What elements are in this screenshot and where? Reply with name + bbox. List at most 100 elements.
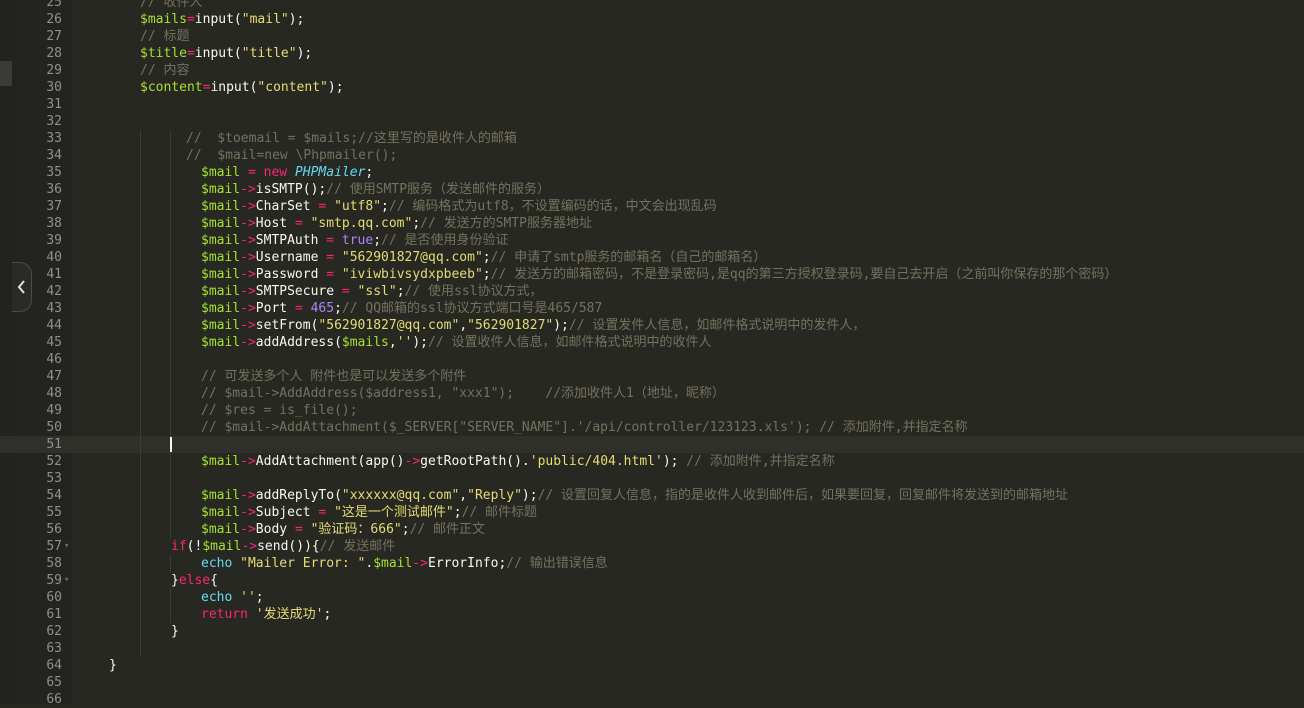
- code-line[interactable]: 30 $content=input("content");: [0, 79, 1304, 96]
- code-token: $mail: [201, 233, 241, 248]
- line-number: 47: [46, 369, 62, 384]
- code-text: $mail->Body = "验证码：666";// 邮件正文: [201, 521, 485, 538]
- code-token: $mail: [201, 505, 241, 520]
- code-line[interactable]: 42 $mail->SMTPSecure = "ssl";// 使用ssl协议方式…: [0, 283, 1304, 300]
- code-token: ,: [459, 488, 468, 503]
- code-token: true: [341, 233, 374, 248]
- line-number: 45: [46, 335, 62, 350]
- code-token: // $res = is_file();: [201, 403, 358, 418]
- line-number: 52: [46, 454, 62, 469]
- code-line[interactable]: 57 ▾ if(!$mail->send()){// 发送邮件: [0, 538, 1304, 555]
- code-line[interactable]: 52 $mail->AddAttachment(app()->getRootPat…: [0, 453, 1304, 470]
- code-token: ->: [241, 539, 258, 554]
- code-line[interactable]: 46: [0, 351, 1304, 368]
- code-text: echo "Mailer Error: ".$mail->ErrorInfo;/…: [201, 555, 608, 572]
- code-token: ->: [240, 301, 256, 316]
- indent-guide: [140, 215, 141, 232]
- code-line[interactable]: 56 $mail->Body = "验证码：666";// 邮件正文: [0, 521, 1304, 538]
- collapse-panel-button[interactable]: [12, 262, 32, 312]
- code-line[interactable]: 59 ▾}else{: [0, 572, 1304, 589]
- code-line[interactable]: 54 $mail->addReplyTo("xxxxxx@qq.com","Rep…: [0, 487, 1304, 504]
- code-line[interactable]: 51: [0, 436, 1304, 453]
- code-line[interactable]: 38 $mail->Host = "smtp.qq.com";// 发送方的SMT…: [0, 215, 1304, 232]
- code-line[interactable]: 50 // $mail->AddAttachment($_SERVER["SERV…: [0, 419, 1304, 436]
- indent-guide: [140, 453, 141, 470]
- code-line[interactable]: 34 // $mail=new \Phpmailer();: [0, 147, 1304, 164]
- code-token: $mail: [201, 267, 241, 282]
- code-line[interactable]: 58 echo "Mailer Error: ".$mail->ErrorInfo…: [0, 555, 1304, 572]
- code-token: {: [210, 573, 218, 588]
- code-token: ;: [381, 199, 389, 214]
- indent-guide: [170, 164, 171, 181]
- code-line[interactable]: 37 $mail->CharSet = "utf8";// 编码格式为utf8，不…: [0, 198, 1304, 215]
- fold-arrow-icon[interactable]: ▾: [64, 538, 69, 555]
- code-token: $mail: [201, 199, 241, 214]
- code-token: "title": [241, 46, 297, 61]
- code-line[interactable]: 48 // $mail->AddAddress($address1, "xxx1"…: [0, 385, 1304, 402]
- indent-guide: [170, 232, 171, 249]
- code-line[interactable]: 28 $title=input("title");: [0, 45, 1304, 62]
- code-token: }: [109, 658, 117, 673]
- code-token: $mails: [341, 335, 389, 350]
- code-line[interactable]: 39 $mail->SMTPAuth = true;// 是否使用身份验证: [0, 232, 1304, 249]
- line-number: 66: [46, 692, 62, 707]
- code-line[interactable]: 47 // 可发送多个人 附件也是可以发送多个附件: [0, 368, 1304, 385]
- code-token: ;: [255, 590, 264, 605]
- code-line[interactable]: 41 $mail->Password = "iviwbivsydxpbeeb";/…: [0, 266, 1304, 283]
- text-cursor: [170, 437, 172, 452]
- indent-guide: [140, 487, 141, 504]
- indent-guide: [140, 385, 141, 402]
- code-line[interactable]: 43 $mail->Port = 465;// QQ邮箱的ssl协议方式端口号是4…: [0, 300, 1304, 317]
- code-line[interactable]: 29 // 内容: [0, 62, 1304, 79]
- fold-arrow-icon[interactable]: ▾: [64, 572, 69, 589]
- code-line[interactable]: 40 $mail->Username = "562901827@qq.com";/…: [0, 249, 1304, 266]
- indent-guide: [140, 538, 141, 555]
- code-line[interactable]: 49 // $res = is_file();: [0, 402, 1304, 419]
- code-line[interactable]: 25 // 收件人: [0, 0, 1304, 11]
- code-token: // 使用SMTP服务（发送邮件的服务）: [326, 182, 551, 197]
- code-line[interactable]: 27 // 标题: [0, 28, 1304, 45]
- code-text: $mail->Subject = "这是一个测试邮件";// 邮件标题: [201, 504, 537, 521]
- code-token: CharSet: [255, 199, 319, 214]
- code-line[interactable]: 62}: [0, 623, 1304, 640]
- code-token: // 内容: [140, 63, 190, 78]
- indent-guide: [170, 504, 171, 521]
- code-token: ->: [240, 216, 256, 231]
- indent-guide: [170, 181, 171, 198]
- code-line[interactable]: 44 $mail->setFrom("562901827@qq.com","562…: [0, 317, 1304, 334]
- code-text: $mail->addReplyTo("xxxxxx@qq.com","Reply…: [201, 487, 1068, 504]
- code-line[interactable]: 36 $mail->isSMTP();// 使用SMTP服务（发送邮件的服务）: [0, 181, 1304, 198]
- code-line[interactable]: 63: [0, 640, 1304, 657]
- code-line[interactable]: 32: [0, 113, 1304, 130]
- code-line[interactable]: 26 $mails=input("mail");: [0, 11, 1304, 28]
- code-text: $mail->addAddress($mails,'');// 设置收件人信息，…: [201, 334, 711, 351]
- indent-guide: [140, 317, 141, 334]
- indent-guide: [170, 351, 171, 368]
- code-line[interactable]: 35 $mail = new PHPMailer;: [0, 164, 1304, 181]
- code-line[interactable]: 61 return '发送成功';: [0, 606, 1304, 623]
- code-token: // 邮件正文: [409, 522, 486, 537]
- indent-guide: [140, 419, 141, 436]
- code-line[interactable]: 65: [0, 674, 1304, 691]
- line-number: 61: [46, 607, 62, 622]
- code-text: $mail->CharSet = "utf8";// 编码格式为utf8，不设置…: [201, 198, 717, 215]
- code-text: $mail->AddAttachment(app()->getRootPath(…: [201, 453, 835, 470]
- code-line[interactable]: 31: [0, 96, 1304, 113]
- code-token: Body: [255, 522, 295, 537]
- code-token: AddAttachment(app(): [255, 454, 405, 469]
- code-line[interactable]: 55 $mail->Subject = "这是一个测试邮件";// 邮件标题: [0, 504, 1304, 521]
- code-editor[interactable]: 25// 收件人 26 $mails=input("mail"); 27// 标题 28…: [0, 0, 1304, 708]
- code-line[interactable]: 60 echo '';: [0, 589, 1304, 606]
- code-line[interactable]: 66: [0, 691, 1304, 708]
- indent-guide: [140, 606, 141, 623]
- code-token: ->: [240, 522, 256, 537]
- code-line[interactable]: 53: [0, 470, 1304, 487]
- code-line[interactable]: 64}: [0, 657, 1304, 674]
- indent-guide: [170, 198, 171, 215]
- indent-guide: [170, 470, 171, 487]
- code-token: "utf8": [334, 199, 382, 214]
- code-line[interactable]: 33 // $toemail = $mails;//这里写的是收件人的邮箱: [0, 130, 1304, 147]
- code-line[interactable]: 45 $mail->addAddress($mails,'');// 设置收件人信…: [0, 334, 1304, 351]
- code-token: "mail": [241, 12, 289, 27]
